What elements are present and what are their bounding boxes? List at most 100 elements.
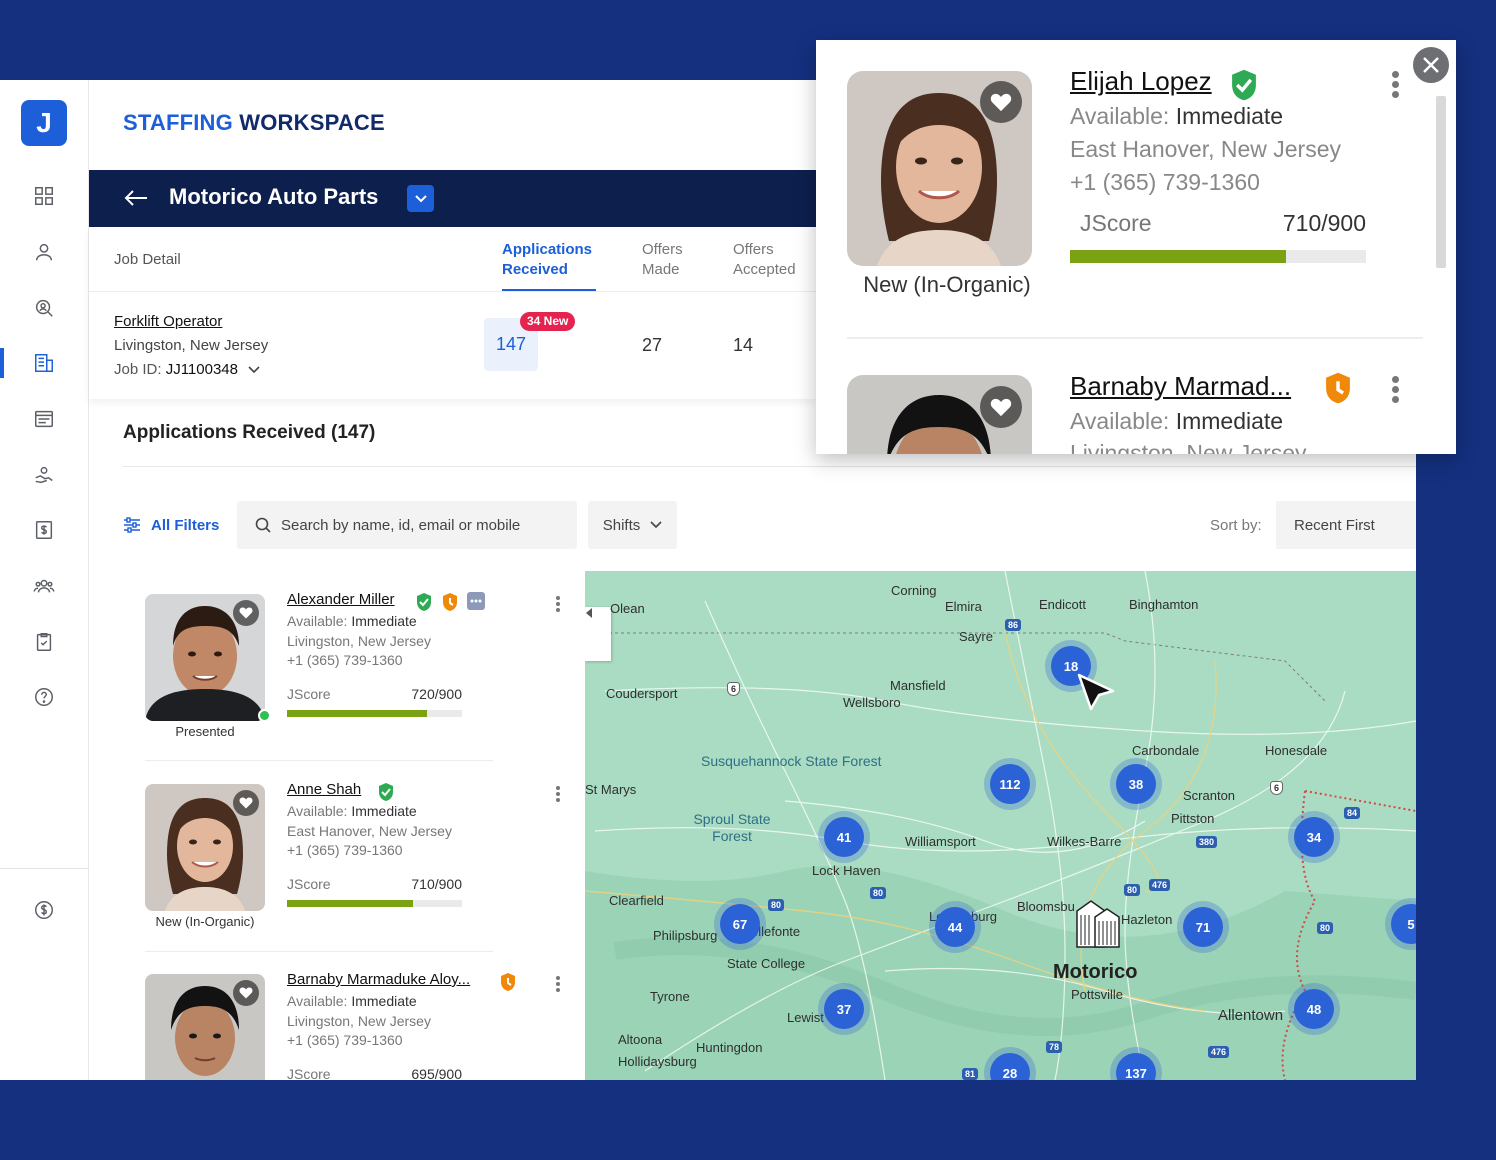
nav-active-indicator bbox=[0, 348, 4, 378]
map-label: Pittston bbox=[1171, 811, 1215, 826]
dashboard-icon[interactable] bbox=[30, 182, 58, 210]
jscore-bar-fill bbox=[287, 710, 427, 717]
candidate-name-link[interactable]: Barnaby Marmaduke Aloy... bbox=[287, 971, 470, 988]
verified-shield-icon bbox=[417, 593, 431, 611]
map-cluster[interactable]: 71 bbox=[1183, 907, 1223, 947]
handshake-icon[interactable] bbox=[30, 461, 58, 489]
all-filters-button[interactable]: All Filters bbox=[123, 516, 219, 534]
favorite-heart-icon[interactable] bbox=[233, 980, 259, 1006]
user-icon[interactable] bbox=[30, 238, 58, 266]
brand-part2: WORKSPACE bbox=[239, 110, 385, 135]
map-cluster[interactable]: 38 bbox=[1116, 764, 1156, 804]
map-label: Hazleton bbox=[1121, 912, 1173, 927]
candidate-name-link[interactable]: Anne Shah bbox=[287, 781, 361, 798]
calendar-list-icon[interactable] bbox=[30, 405, 58, 433]
jscore-bar bbox=[287, 900, 462, 907]
map-label: Allentown bbox=[1218, 1007, 1284, 1024]
shifts-dropdown[interactable]: Shifts bbox=[588, 501, 677, 549]
highway-shield: 84 bbox=[1344, 807, 1361, 819]
job-id-label: Job ID: bbox=[114, 361, 162, 378]
candidate-card[interactable]: New (In-Organic) Anne Shah Available: Im… bbox=[145, 781, 565, 964]
search-user-icon[interactable] bbox=[30, 294, 58, 322]
building-icon bbox=[1076, 900, 1120, 948]
app-logo[interactable]: J bbox=[21, 100, 67, 146]
map-cluster[interactable]: 44 bbox=[935, 907, 975, 947]
more-options-icon[interactable] bbox=[551, 784, 565, 804]
favorite-heart-icon[interactable] bbox=[233, 600, 259, 626]
jscore-label: JScore bbox=[287, 876, 331, 892]
tab-applications-received[interactable]: Applications Received bbox=[502, 240, 592, 280]
map-cluster[interactable]: 67 bbox=[720, 904, 760, 944]
section-title: Applications Received (147) bbox=[123, 422, 376, 443]
highway-shield: 6 bbox=[727, 682, 741, 696]
candidate-card[interactable]: Presented Alexander Miller Available: Im… bbox=[145, 591, 565, 774]
job-title-link[interactable]: Forklift Operator bbox=[114, 313, 222, 330]
map-label: Mansfield bbox=[890, 678, 946, 693]
more-options-icon[interactable] bbox=[551, 594, 565, 614]
shifts-label: Shifts bbox=[602, 516, 641, 534]
candidate-availability: Available: Immediate bbox=[287, 993, 417, 1009]
map-label: Carbondale bbox=[1132, 743, 1200, 758]
map-cluster[interactable]: 48 bbox=[1294, 989, 1334, 1029]
billing-icon[interactable] bbox=[30, 896, 58, 924]
more-options-icon[interactable] bbox=[1389, 373, 1401, 406]
tab-label-line2: Accepted bbox=[733, 261, 796, 278]
popup-divider bbox=[847, 337, 1423, 339]
company-name: Motorico Auto Parts bbox=[169, 184, 379, 209]
tab-offers-made[interactable]: Offers Made bbox=[642, 240, 683, 280]
map-label: Altoona bbox=[618, 1032, 663, 1047]
new-applications-badge: 34 New bbox=[520, 312, 576, 331]
job-id-value: JJ1100348 bbox=[165, 361, 238, 378]
search-input[interactable] bbox=[281, 516, 561, 534]
candidate-availability: Available: Immediate bbox=[1070, 408, 1283, 435]
map-cluster[interactable]: 34 bbox=[1294, 817, 1334, 857]
invoice-icon[interactable] bbox=[30, 516, 58, 544]
map-cluster[interactable]: 41 bbox=[824, 817, 864, 857]
tab-label-line2: Made bbox=[642, 261, 680, 278]
search-icon bbox=[255, 517, 271, 533]
candidate-location: East Hanover, New Jersey bbox=[1070, 136, 1342, 162]
pending-shield-icon bbox=[1326, 372, 1350, 404]
favorite-heart-icon[interactable] bbox=[233, 790, 259, 816]
jobs-icon[interactable] bbox=[30, 349, 58, 377]
jscore-bar-fill bbox=[287, 900, 413, 907]
highway-shield: 81 bbox=[962, 1068, 979, 1080]
jscore-value: 710/900 bbox=[411, 876, 462, 892]
candidate-name-link[interactable]: Elijah Lopez bbox=[1070, 66, 1212, 97]
tab-offers-accepted[interactable]: Offers Accepted bbox=[733, 240, 796, 280]
sidebar: J bbox=[0, 80, 89, 1080]
close-popup-button[interactable] bbox=[1411, 45, 1451, 85]
scrollbar-thumb[interactable] bbox=[1436, 96, 1446, 268]
map-label: Corning bbox=[891, 583, 937, 598]
search-field[interactable] bbox=[237, 501, 577, 549]
map-cluster[interactable]: 112 bbox=[990, 764, 1030, 804]
map-view[interactable]: Corning Elmira Endicott Binghamton Olean… bbox=[585, 571, 1416, 1080]
sidebar-divider bbox=[0, 868, 89, 869]
offers-accepted-count[interactable]: 14 bbox=[733, 335, 753, 356]
card-divider bbox=[145, 951, 493, 952]
availability-label: Available: bbox=[287, 613, 348, 629]
candidate-name-link[interactable]: Barnaby Marmad... bbox=[1070, 371, 1291, 402]
more-options-icon[interactable] bbox=[551, 974, 565, 994]
map-cluster[interactable]: 37 bbox=[824, 989, 864, 1029]
offers-made-count[interactable]: 27 bbox=[642, 335, 662, 356]
team-icon[interactable] bbox=[30, 572, 58, 600]
more-options-icon[interactable] bbox=[1389, 68, 1401, 101]
card-divider bbox=[145, 760, 493, 761]
favorite-heart-icon[interactable] bbox=[980, 386, 1022, 428]
checklist-icon[interactable] bbox=[30, 628, 58, 656]
back-arrow-icon[interactable] bbox=[123, 188, 149, 214]
favorite-heart-icon[interactable] bbox=[980, 81, 1022, 123]
map-label: State College bbox=[727, 956, 806, 971]
jscore-value: 710/900 bbox=[1282, 210, 1366, 236]
map-collapse-button[interactable] bbox=[585, 607, 611, 661]
candidate-card[interactable]: Barnaby Marmaduke Aloy... Available: Imm… bbox=[145, 971, 565, 1080]
help-icon[interactable] bbox=[30, 683, 58, 711]
highway-shield: 78 bbox=[1046, 1041, 1063, 1053]
highway-shield: 476 bbox=[1149, 879, 1171, 891]
candidate-name-link[interactable]: Alexander Miller bbox=[287, 591, 395, 608]
sort-dropdown[interactable]: Recent First bbox=[1276, 501, 1416, 549]
company-dropdown-button[interactable] bbox=[407, 185, 434, 212]
section-divider bbox=[123, 466, 1416, 467]
job-id[interactable]: Job ID: JJ1100348 bbox=[114, 361, 260, 378]
